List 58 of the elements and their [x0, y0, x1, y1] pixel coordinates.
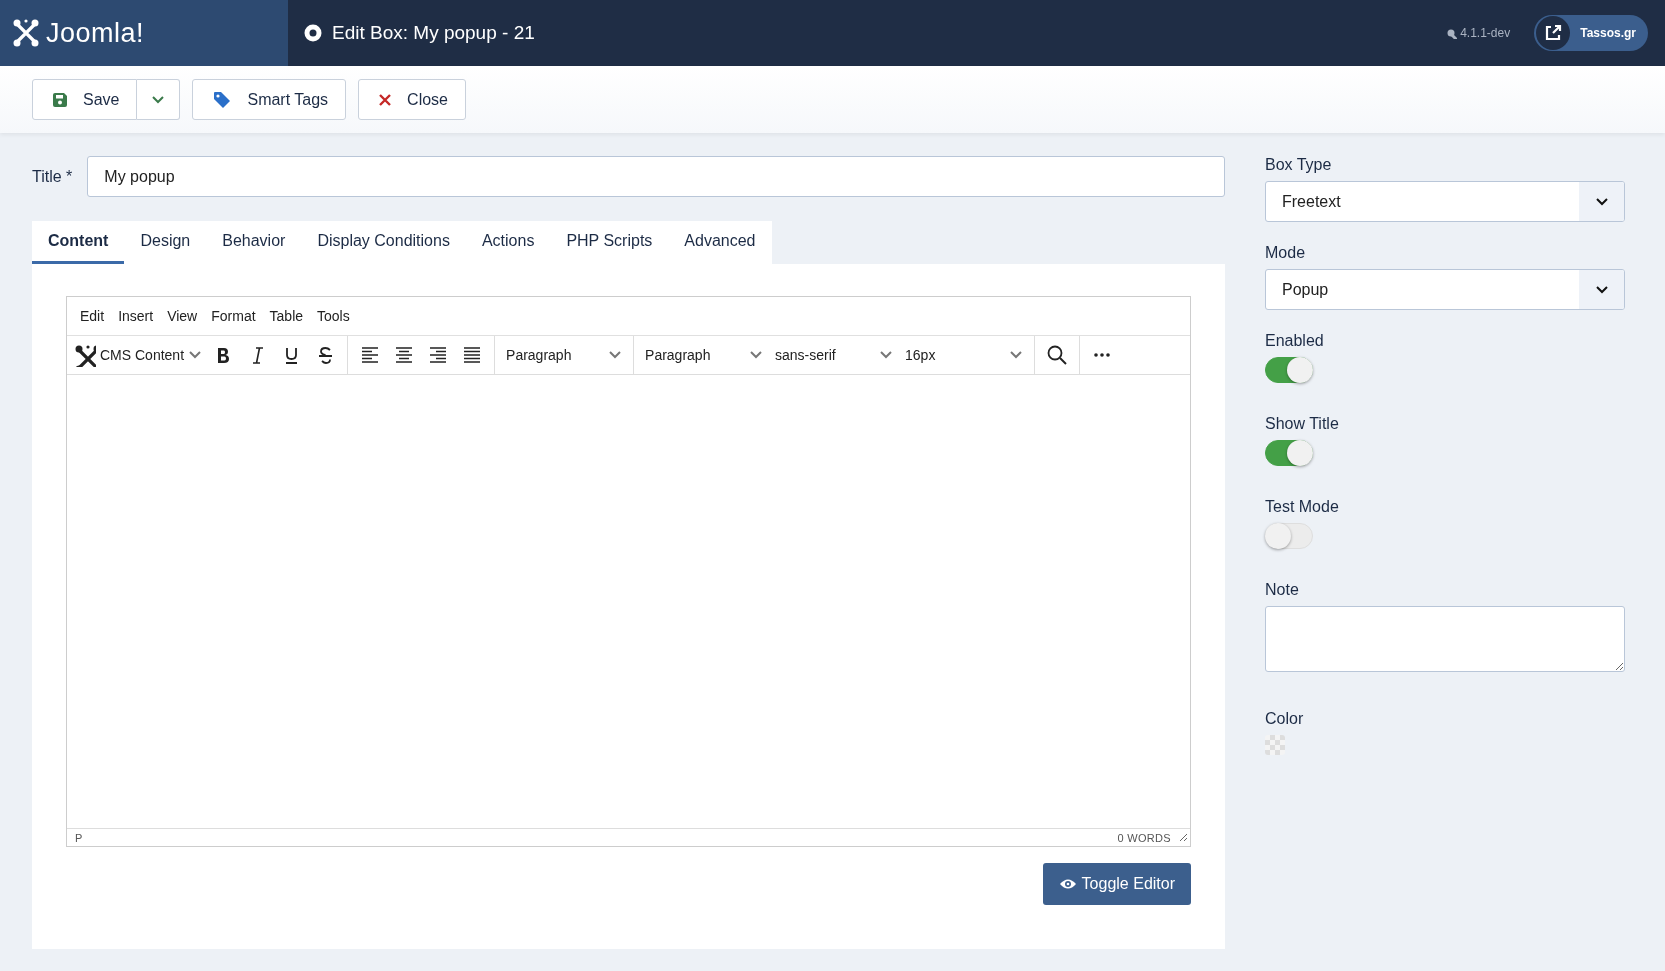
caret-icon — [1594, 196, 1609, 207]
page-title: Edit Box: My popup - 21 — [332, 22, 535, 44]
note-field[interactable] — [1265, 606, 1625, 672]
justify-icon — [463, 346, 482, 364]
search-icon — [1047, 345, 1068, 365]
target-circle-icon — [304, 24, 322, 42]
caret-icon — [188, 350, 203, 360]
dropdown[interactable]: sans-serif — [769, 338, 900, 372]
caret-icon — [1594, 284, 1609, 295]
smart-tags-button[interactable]: Smart Tags — [192, 79, 347, 120]
caret-icon — [879, 350, 894, 360]
caret-icon — [749, 350, 764, 360]
field-label: Box Type — [1265, 156, 1333, 174]
menu-item[interactable]: Edit — [73, 308, 112, 324]
field-label: Test Mode — [1265, 498, 1340, 516]
word-count: 0 WORDS — [1117, 831, 1171, 844]
color-swatch[interactable] — [1265, 735, 1285, 755]
joomla-logo-icon — [74, 343, 96, 367]
menu-item[interactable]: View — [160, 308, 205, 324]
close-button[interactable]: Close — [358, 79, 466, 120]
save-button[interactable]: Save — [32, 79, 138, 120]
title-field[interactable]: My popup — [87, 156, 1225, 197]
title-label: Title * — [32, 167, 73, 186]
field-label: Show Title — [1265, 415, 1340, 433]
external-link-icon — [1536, 16, 1571, 50]
toggle-switch[interactable] — [1265, 440, 1313, 466]
align-center-icon — [395, 346, 414, 364]
toggle-switch[interactable] — [1265, 357, 1313, 383]
menu-item[interactable]: Tools — [310, 308, 357, 324]
resize-handle-icon — [1179, 833, 1188, 842]
align-left-icon — [361, 346, 380, 364]
site-link[interactable]: Tassos.gr — [1534, 15, 1648, 51]
field-label: Note — [1265, 581, 1300, 599]
brand-name: Joomla! — [46, 17, 145, 49]
menu-item[interactable]: Format — [204, 308, 263, 324]
eye-icon — [1058, 878, 1077, 890]
dropdown[interactable]: 16px — [899, 338, 1030, 372]
more-icon — [1094, 353, 1111, 357]
joomla-logo-icon — [12, 17, 40, 49]
close-icon — [379, 93, 392, 106]
caret-icon — [608, 350, 623, 360]
element-path: P — [75, 831, 84, 844]
select-field[interactable]: Freetext — [1265, 181, 1625, 222]
dropdown[interactable]: Paragraph — [639, 338, 770, 372]
menu-item[interactable]: Table — [262, 308, 311, 324]
field-label: Mode — [1265, 244, 1307, 262]
align-right-icon — [429, 346, 448, 364]
menu-item[interactable]: Insert — [111, 308, 161, 324]
field-label: Color — [1265, 710, 1305, 728]
caret-icon — [1009, 350, 1024, 360]
tag-icon — [213, 90, 232, 109]
version-label: 4.1.1-dev — [1460, 26, 1511, 40]
select-field[interactable]: Popup — [1265, 269, 1625, 310]
caret-icon — [151, 94, 166, 105]
field-label: Enabled — [1265, 332, 1325, 350]
dropdown[interactable]: Paragraph — [500, 338, 629, 372]
cms-content-button[interactable]: CMS Content — [72, 338, 207, 372]
toggle-editor-button[interactable]: Toggle Editor — [1042, 863, 1191, 905]
